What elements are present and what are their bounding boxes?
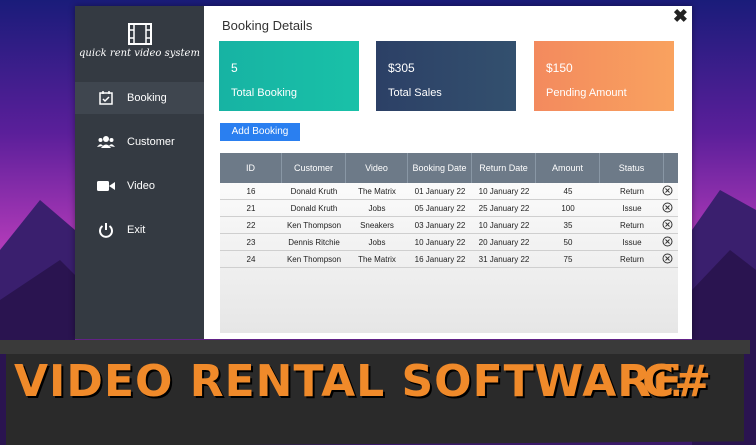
cell-video: The Matrix [358,255,396,264]
close-button[interactable]: ✖ [673,6,688,27]
cell-video: The Matrix [358,187,396,196]
total-booking-card: 5 Total Booking [219,41,359,111]
banner-language: C# [642,356,712,407]
delete-circle-icon[interactable] [662,236,673,247]
total-sales-card: $305 Total Sales [376,41,516,111]
table-row[interactable]: 22 Ken Thompson Sneakers 03 January 22 10 Ja… [220,217,678,234]
cell-booking-date: 16 January 22 [414,255,466,264]
cell-id: 22 [246,221,256,230]
sidebar-item-exit[interactable]: Exit [75,214,204,246]
cell-id: 16 [246,187,256,196]
column-header-id[interactable]: ID [220,153,282,183]
cell-id: 24 [246,255,256,264]
delete-circle-icon[interactable] [662,202,673,213]
cell-booking-date: 10 January 22 [414,238,466,247]
cell-return-date: 10 January 22 [478,221,530,230]
cell-amount: 50 [563,238,573,247]
banner-top-edge [0,340,750,354]
cell-status: Return [619,187,644,196]
sidebar-item-label: Booking [127,92,167,104]
card-label: Total Booking [231,87,298,99]
calendar-check-icon [97,89,115,107]
column-header-amount[interactable]: Amount [536,153,600,183]
page-title: Booking Details [222,18,313,33]
delete-circle-icon[interactable] [662,219,673,230]
cell-return-date: 10 January 22 [478,187,530,196]
delete-circle-icon[interactable] [662,185,673,196]
cell-amount: 45 [563,187,573,196]
cell-customer: Dennis Ritchie [288,238,340,247]
cell-amount: 100 [561,204,575,213]
cell-return-date: 20 January 22 [478,238,530,247]
table-row[interactable]: 21 Donald Kruth Jobs 05 January 22 25 Januar… [220,200,678,217]
column-header-video[interactable]: Video [346,153,408,183]
column-header-status[interactable]: Status [600,153,664,183]
cell-status: Return [619,255,644,264]
table-row[interactable]: 23 Dennis Ritchie Jobs 10 January 22 20 Janu… [220,234,678,251]
main-panel: Booking Details ✖ 5 Total Booking $305 T… [204,6,692,339]
table-header: ID Customer Video Booking Date Return Da… [220,153,678,183]
sidebar-item-booking[interactable]: Booking [75,82,204,114]
cell-status: Issue [622,204,642,213]
cell-customer: Donald Kruth [290,187,338,196]
cell-id: 23 [246,238,256,247]
card-label: Total Sales [388,87,442,99]
sidebar-item-video[interactable]: Video [75,170,204,202]
card-value: 5 [231,61,238,75]
sidebar-item-label: Customer [127,136,175,148]
add-booking-button[interactable]: Add Booking [220,123,300,141]
booking-table: ID Customer Video Booking Date Return Da… [220,153,678,333]
column-header-customer[interactable]: Customer [282,153,346,183]
cell-booking-date: 03 January 22 [414,221,466,230]
users-icon [97,133,115,151]
table-row[interactable]: 24 Ken Thompson The Matrix 16 January 22 31 … [220,251,678,268]
cell-video: Jobs [368,204,386,213]
cell-customer: Ken Thompson [286,255,342,264]
power-icon [97,221,115,239]
video-camera-icon [97,177,115,195]
cell-customer: Donald Kruth [290,204,338,213]
cell-booking-date: 01 January 22 [414,187,466,196]
cell-video: Jobs [368,238,386,247]
delete-circle-icon[interactable] [662,253,673,264]
column-header-booking-date[interactable]: Booking Date [408,153,472,183]
film-icon [128,23,152,45]
banner-title: VIDEO RENTAL SOFTWARE [14,356,684,407]
pending-amount-card: $150 Pending Amount [534,41,674,111]
cell-status: Return [619,221,644,230]
column-header-return-date[interactable]: Return Date [472,153,536,183]
cell-amount: 75 [563,255,573,264]
cell-id: 21 [246,204,256,213]
cell-customer: Ken Thompson [286,221,342,230]
card-value: $150 [546,61,573,75]
sidebar-item-customer[interactable]: Customer [75,126,204,158]
sidebar: quick rent video system Booking Customer… [75,6,204,339]
app-window: quick rent video system Booking Customer… [75,6,692,339]
cell-booking-date: 05 January 22 [414,204,466,213]
cell-return-date: 25 January 22 [478,204,530,213]
cell-return-date: 31 January 22 [478,255,530,264]
sidebar-item-label: Exit [127,224,146,236]
cell-video: Sneakers [360,221,394,230]
sidebar-item-label: Video [127,180,155,192]
cell-amount: 35 [563,221,573,230]
app-name: quick rent video system [79,48,200,59]
table-row[interactable]: 16 Donald Kruth The Matrix 01 January 22 10 … [220,183,678,200]
card-label: Pending Amount [546,87,627,99]
card-value: $305 [388,61,415,75]
cell-status: Issue [622,238,642,247]
